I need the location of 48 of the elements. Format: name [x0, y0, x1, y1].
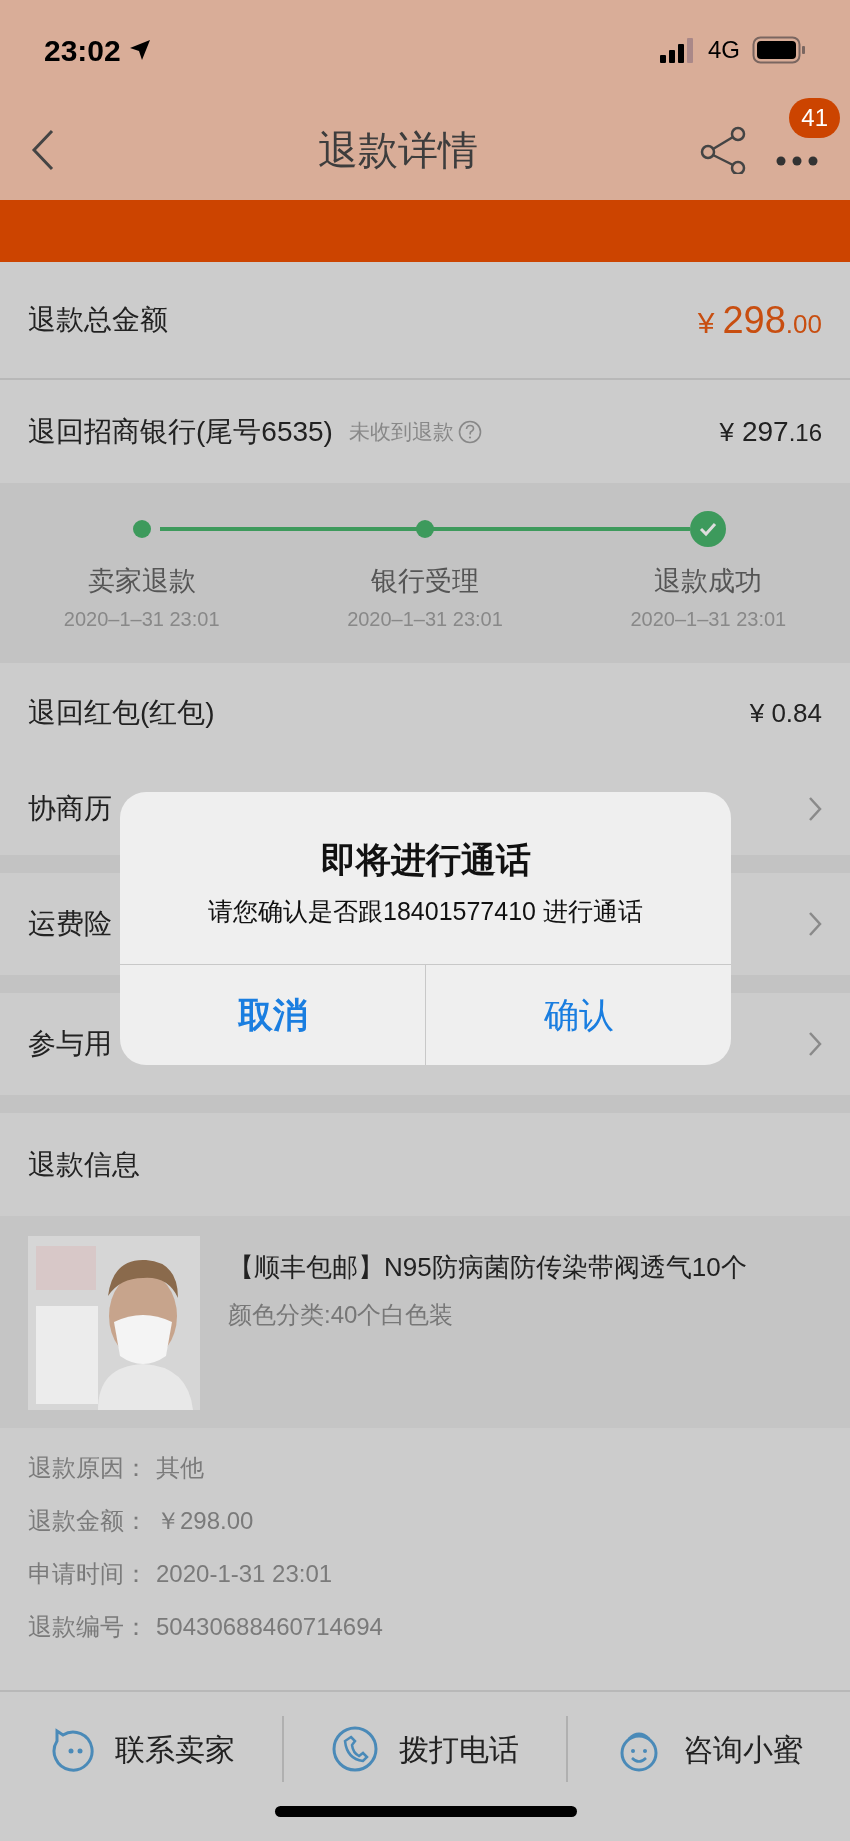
info-value: 2020-1-31 23:01: [156, 1558, 333, 1589]
location-arrow-icon: [128, 39, 151, 61]
signal-icon: [660, 37, 696, 63]
info-label: 退款编号：: [28, 1611, 148, 1642]
page-title: 退款详情: [318, 127, 478, 174]
bottom-action-button[interactable]: 联系卖家: [0, 1716, 282, 1782]
step-date: 2020–1–31 23:01: [630, 606, 787, 632]
dialog-button[interactable]: 确认: [425, 965, 731, 1065]
bonus-refund-label: 退回红包(红包): [28, 696, 215, 730]
bank-amount: ¥ 297.16: [719, 414, 822, 449]
list-row-label[interactable]: 协商历: [28, 788, 112, 830]
info-value: 其他: [156, 1452, 204, 1483]
product-card[interactable]: 【顺丰包邮】N95防病菌防传染带阀透气10个 颜色分类:40个白色装: [0, 1216, 850, 1428]
bottom-action-button[interactable]: 咨询小蜜: [566, 1716, 850, 1782]
bank-label: 退回招商银行(尾号6535): [28, 414, 333, 449]
share-icon[interactable]: [700, 126, 746, 174]
step-date: 2020–1–31 23:01: [347, 606, 503, 632]
bonus-refund-amount: ¥ 0.84: [749, 696, 822, 730]
info-label: 申请时间：: [28, 1558, 148, 1589]
phone-icon: [331, 1725, 379, 1773]
total-amount: ¥ 298.00: [697, 297, 822, 343]
dialog-button[interactable]: 取消: [120, 965, 425, 1065]
chevron-right-icon: [808, 1031, 822, 1057]
dialog-message: 请您确认是否跟18401577410 进行通话: [208, 895, 643, 927]
bottom-action-button[interactable]: 拨打电话: [282, 1716, 566, 1782]
more-icon[interactable]: [776, 156, 818, 166]
product-variant: 颜色分类:40个白色装: [228, 1300, 455, 1330]
info-label: 退款原因：: [28, 1452, 148, 1483]
step-date: 2020–1–31 23:01: [63, 606, 220, 632]
info-label: 退款金额：: [28, 1505, 148, 1536]
info-value: ￥298.00: [156, 1505, 254, 1536]
dialog-title: 即将进行通话: [320, 839, 531, 881]
step-label: 卖家退款: [87, 565, 196, 598]
back-icon[interactable]: [30, 128, 56, 172]
battery-icon: [752, 36, 806, 64]
list-row-label[interactable]: 运费险: [28, 903, 112, 945]
product-title: 【顺丰包邮】N95防病菌防传染带阀透气10个: [228, 1251, 747, 1284]
list-row-label[interactable]: 参与用: [28, 1023, 112, 1065]
step-label: 银行受理: [371, 565, 479, 598]
info-value: 50430688460714694: [156, 1611, 383, 1642]
chevron-right-icon: [808, 911, 822, 937]
step-label: 退款成功: [654, 565, 763, 598]
status-time: 23:02: [44, 32, 121, 69]
chevron-right-icon: [808, 796, 822, 822]
notification-badge: 41: [789, 98, 840, 138]
section-title: 退款信息: [28, 1147, 140, 1182]
total-label: 退款总金额: [28, 303, 168, 337]
network-label: 4G: [708, 35, 740, 65]
